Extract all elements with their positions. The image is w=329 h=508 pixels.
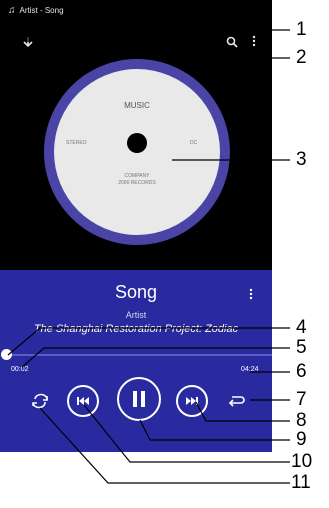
callout-6: 6 <box>296 361 307 382</box>
callout-7: 7 <box>296 389 307 410</box>
callout-10: 10 <box>291 451 313 472</box>
callout-4: 4 <box>296 317 307 338</box>
callout-5: 5 <box>296 337 307 358</box>
callout-3: 3 <box>296 149 307 170</box>
callout-1: 1 <box>296 19 307 40</box>
callout-11: 11 <box>291 472 311 493</box>
callout-9: 9 <box>296 429 307 450</box>
callout-2: 2 <box>296 47 307 68</box>
callout-lines <box>7 29 290 484</box>
callout-8: 8 <box>296 410 307 431</box>
